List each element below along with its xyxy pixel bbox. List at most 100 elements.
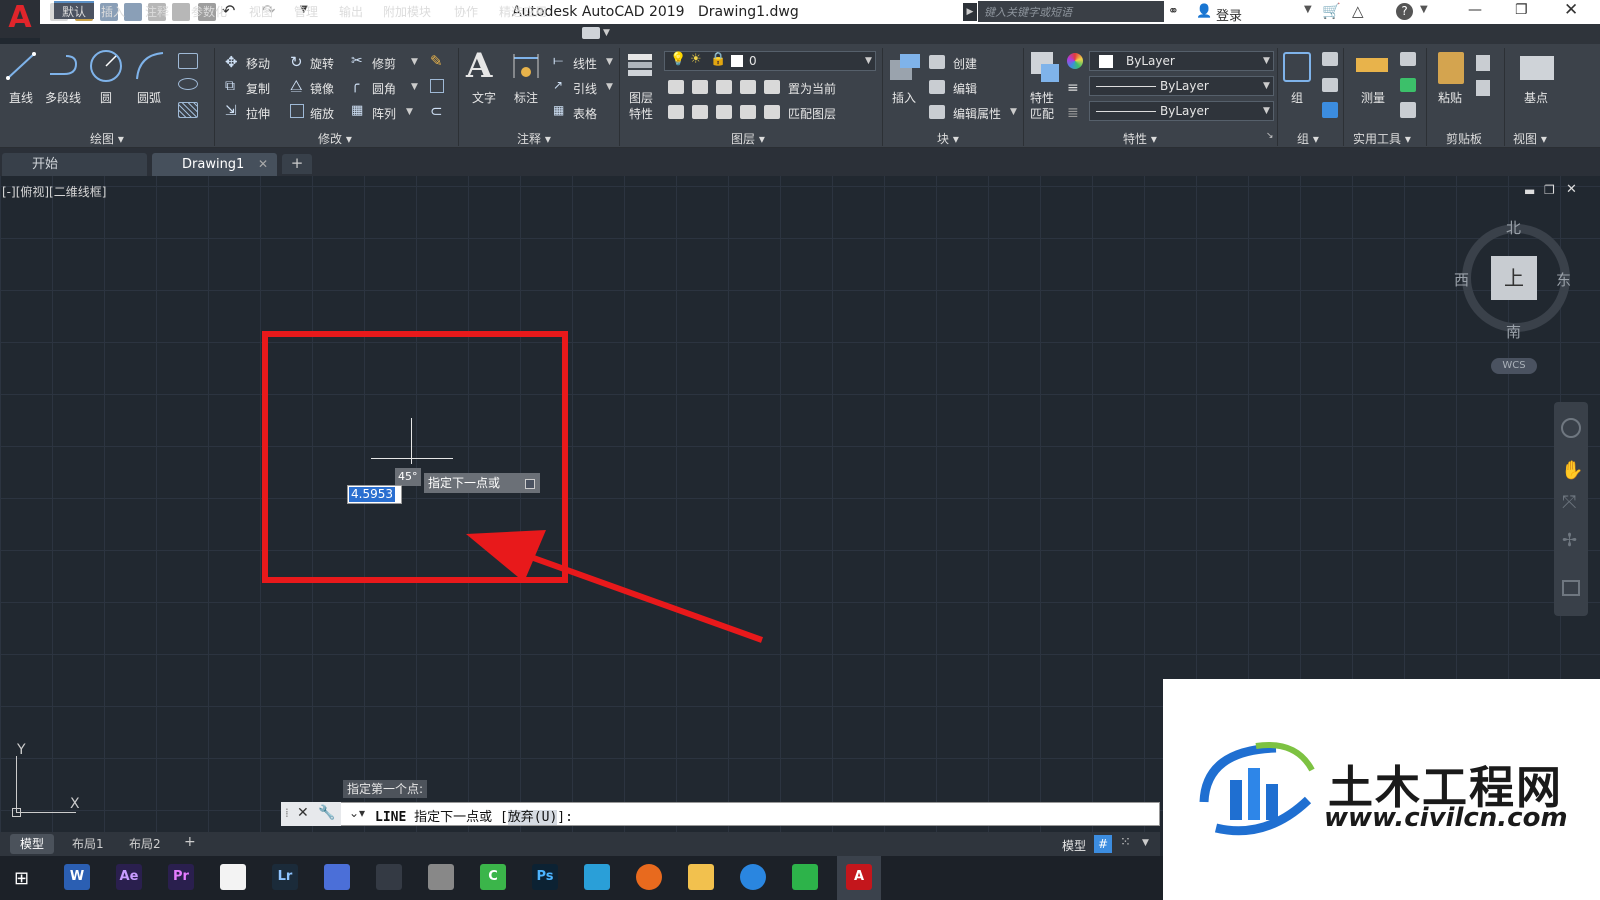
after-effects-icon[interactable]: Ae — [116, 864, 142, 890]
layer-tool-icon[interactable] — [692, 80, 708, 94]
orbit-icon[interactable]: ✢ — [1562, 530, 1577, 551]
match-layer-icon[interactable] — [764, 105, 780, 119]
calculator-icon[interactable] — [1400, 102, 1416, 118]
explode-icon[interactable] — [430, 79, 444, 93]
edit-block-icon[interactable] — [929, 80, 945, 94]
rectangle-icon[interactable] — [178, 53, 198, 69]
color-dropdown[interactable] — [1089, 51, 1274, 71]
edit-attributes-dropdown-icon[interactable]: ▼ — [1010, 107, 1017, 117]
layer-tool-icon[interactable] — [716, 80, 732, 94]
create-block-icon[interactable] — [929, 55, 945, 69]
view-panel-title[interactable]: 视图 ▾ — [1513, 130, 1547, 147]
stretch-label[interactable]: 拉伸 — [246, 105, 270, 122]
create-block-label[interactable]: 创建 — [953, 55, 977, 72]
cut-icon[interactable] — [1476, 55, 1490, 71]
line-icon[interactable] — [6, 50, 36, 80]
snap-dropdown-icon[interactable]: ▼ — [1142, 838, 1149, 848]
utility-tool-icon[interactable] — [1400, 52, 1416, 66]
tab-model[interactable]: 模型 — [10, 834, 55, 854]
arc-icon[interactable] — [134, 50, 166, 82]
properties-panel-title[interactable]: 特性 ▾ — [1123, 130, 1157, 147]
tab-addins[interactable]: 附加模块 — [383, 3, 431, 20]
erase-icon[interactable]: ✎ — [430, 52, 443, 70]
ellipse-icon[interactable] — [178, 78, 198, 90]
copy-icon[interactable]: ⧉ — [225, 78, 235, 94]
hatch-icon[interactable] — [178, 102, 198, 118]
fillet-dropdown-icon[interactable]: ▼ — [411, 82, 418, 92]
viewcube-east[interactable]: 东 — [1556, 269, 1571, 290]
firefox-icon[interactable] — [636, 864, 662, 890]
command-customize-icon[interactable]: 🔧 — [318, 805, 335, 821]
group-tool-icon[interactable] — [1322, 52, 1338, 66]
paste-icon[interactable] — [1438, 52, 1464, 84]
stretch-icon[interactable]: ⇲ — [225, 103, 237, 119]
zoom-extents-icon[interactable]: ⤧ — [1562, 492, 1576, 513]
move-label[interactable]: 移动 — [246, 55, 270, 72]
trim-dropdown-icon[interactable]: ▼ — [411, 57, 418, 67]
binoculars-icon[interactable]: ⚭ — [1168, 4, 1179, 19]
layers-panel-title[interactable]: 图层 ▾ — [731, 130, 765, 147]
app-icon[interactable] — [324, 864, 350, 890]
fillet-label[interactable]: 圆角 — [372, 80, 396, 97]
steering-wheel-icon[interactable] — [1561, 418, 1581, 438]
circle-label[interactable]: 圆 — [100, 89, 112, 106]
edit-attributes-icon[interactable] — [929, 105, 945, 119]
tab-default[interactable]: 默认 — [54, 1, 95, 19]
windows-start-icon[interactable]: ⊞ — [14, 868, 29, 889]
annotation-panel-title[interactable]: 注释 ▾ — [517, 130, 551, 147]
measure-icon[interactable] — [1356, 58, 1388, 72]
viewcube-south[interactable]: 南 — [1506, 321, 1521, 342]
dimension-label[interactable]: 标注 — [514, 89, 538, 106]
measure-label[interactable]: 测量 — [1361, 89, 1385, 106]
linear-dim-label[interactable]: 线性 — [573, 55, 597, 72]
viewport-controls[interactable]: [-][俯视][二维线框] — [2, 183, 106, 200]
lightroom-icon[interactable]: Lr — [272, 864, 298, 890]
array-icon[interactable]: ▦ — [351, 103, 363, 118]
block-panel-title[interactable]: 块 ▾ — [937, 130, 959, 147]
autocad-taskbar-icon[interactable]: A — [846, 864, 872, 890]
line-label[interactable]: 直线 — [9, 89, 33, 106]
linear-dropdown-icon[interactable]: ▼ — [606, 57, 613, 67]
modify-panel-title[interactable]: 修改 ▾ — [318, 130, 352, 147]
layer-properties-icon[interactable] — [624, 50, 658, 84]
base-point-label[interactable]: 基点 — [1524, 89, 1548, 106]
viewport-close-icon[interactable]: ✕ — [1566, 182, 1577, 197]
model-space-button[interactable]: 模型 — [1062, 837, 1086, 854]
match-properties-label-2[interactable]: 匹配 — [1030, 105, 1054, 122]
text-label[interactable]: 文字 — [472, 89, 496, 106]
tab-manage[interactable]: 管理 — [294, 3, 318, 20]
trim-label[interactable]: 修剪 — [372, 55, 396, 72]
showmotion-icon[interactable] — [1562, 580, 1580, 596]
qq-icon[interactable] — [428, 864, 454, 890]
layer-tool-icon[interactable] — [692, 105, 708, 119]
layer-properties-label-2[interactable]: 特性 — [629, 105, 653, 122]
pan-icon[interactable]: ✋ — [1561, 460, 1583, 481]
polyline-label[interactable]: 多段线 — [45, 89, 81, 106]
mirror-icon[interactable]: ⧋ — [290, 78, 303, 94]
match-properties-label-1[interactable]: 特性 — [1030, 89, 1054, 106]
word-icon[interactable]: W — [64, 864, 90, 890]
layer-tool-icon[interactable] — [668, 80, 684, 94]
viewport-restore-icon[interactable]: ❐ — [1544, 183, 1555, 197]
notepad-icon[interactable] — [220, 864, 246, 890]
group-tool-icon[interactable] — [1322, 78, 1338, 92]
group-icon[interactable] — [1283, 52, 1311, 82]
search-input[interactable]: 键入关键字或短语 — [978, 1, 1164, 22]
table-icon[interactable]: ▦ — [553, 103, 564, 117]
minimize-window-icon[interactable]: — — [1468, 2, 1482, 18]
browser-icon[interactable] — [740, 864, 766, 890]
match-layer-label[interactable]: 匹配图层 — [788, 105, 836, 122]
fillet-icon[interactable]: ╭ — [351, 77, 359, 93]
snap-icon[interactable]: ⁙ — [1120, 835, 1131, 850]
copy-label[interactable]: 复制 — [246, 80, 270, 97]
premiere-icon[interactable]: Pr — [168, 864, 194, 890]
tab-layout2[interactable]: 布局2 — [119, 834, 171, 854]
group-select-icon[interactable] — [1322, 102, 1338, 118]
array-dropdown-icon[interactable]: ▼ — [406, 107, 413, 117]
base-point-icon[interactable] — [1520, 56, 1554, 80]
rotate-icon[interactable]: ↻ — [290, 53, 303, 71]
groups-panel-title[interactable]: 组 ▾ — [1297, 130, 1319, 147]
layer-tool-icon[interactable] — [716, 105, 732, 119]
linear-dim-icon[interactable]: ⟝ — [553, 53, 563, 68]
command-grip-icon[interactable]: ⁞ — [285, 806, 289, 820]
